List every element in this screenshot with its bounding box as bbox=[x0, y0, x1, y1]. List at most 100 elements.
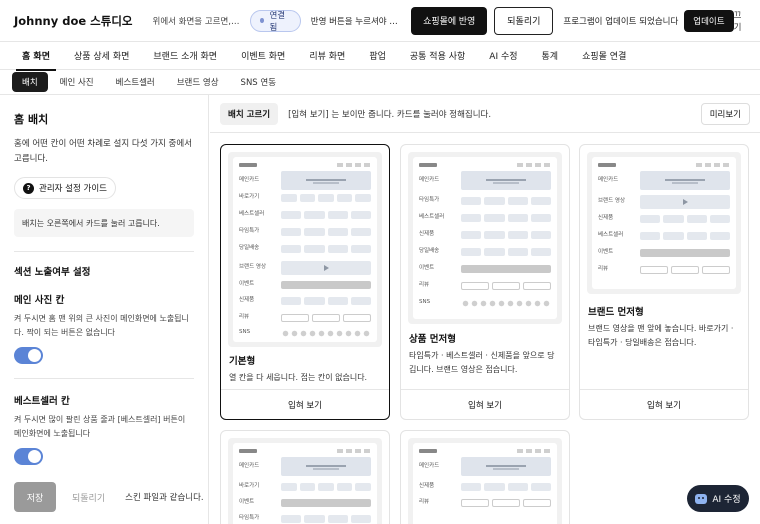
row-label: 신제품 bbox=[239, 297, 255, 303]
update-button[interactable]: 업데이트 bbox=[684, 9, 734, 32]
row-label: 신제품 bbox=[419, 483, 435, 489]
layout-card-product-first[interactable]: 메인카드 타임특가 베스트셀러 신제품 당일배송 이벤트 리뷰 SNS 상품 먼… bbox=[400, 144, 570, 420]
mini-menu bbox=[337, 449, 371, 453]
layout-card-title: 브랜드 먼저형 bbox=[588, 307, 644, 318]
layout-thumbnail: 메인카드 바로가기 베스트셀러 타임특가 당일배송 브랜드 영상 이벤트 신제품… bbox=[228, 152, 382, 347]
row-label: 바로가기 bbox=[239, 483, 260, 489]
row-label: 베스트셀러 bbox=[239, 211, 265, 217]
preview-button[interactable]: 미리보기 bbox=[700, 102, 750, 125]
mini-logo bbox=[419, 449, 437, 453]
mini-logo bbox=[419, 163, 437, 167]
mini-menu bbox=[517, 163, 551, 167]
tab-popup[interactable]: 팝업 bbox=[357, 42, 398, 70]
screen-select-hint: 위에서 화면을 고르면, 오른쪽에서 바꿀 수 있어요 bbox=[152, 16, 241, 27]
tab-product-detail[interactable]: 상품 상세 화면 bbox=[62, 42, 141, 70]
row-label: 메인카드 bbox=[239, 463, 260, 469]
layout-card-description: 브랜드 영상을 맨 앞에 놓습니다. 바로가기 · 타임특가 · 당일배송은 접… bbox=[588, 324, 734, 347]
save-button[interactable]: 저장 bbox=[14, 482, 56, 512]
panel-actions: 저장 되돌리기 스킨 파일과 같습니다. bbox=[14, 482, 204, 512]
mini-header bbox=[239, 449, 371, 454]
layout-picker: 배치 고르기 [입혀 보기] 는 보이만 줍니다. 카드를 눌러야 정해집니다.… bbox=[210, 95, 760, 524]
row-label: 메인카드 bbox=[598, 177, 619, 183]
mini-logo bbox=[239, 449, 257, 453]
main-photo-section-title: 메인 사진 칸 bbox=[14, 295, 65, 306]
revert-button[interactable]: 되돌리기 bbox=[494, 6, 554, 35]
subtab-sns[interactable]: SNS 연동 bbox=[231, 72, 287, 92]
try-on-hint: [입혀 보기] 는 보이만 줍니다. 카드를 눌러야 정해집니다. bbox=[288, 109, 492, 120]
layout-preview: 메인카드 바로가기 이벤트 타임특가 bbox=[233, 443, 377, 524]
subtab-layout[interactable]: 배치 bbox=[12, 72, 48, 92]
robot-icon bbox=[695, 493, 708, 504]
layout-card-brand-first[interactable]: 메인카드 브랜드 영상 신제품 베스트셀러 이벤트 리뷰 브랜드 먼저형 브랜드… bbox=[579, 144, 749, 420]
row-label: 리뷰 bbox=[419, 499, 430, 505]
tab-event-screen[interactable]: 이벤트 화면 bbox=[229, 42, 297, 70]
row-label: 타임특가 bbox=[239, 228, 260, 234]
update-message: 프로그램이 업데이트 되었습니다 bbox=[563, 16, 679, 27]
bestseller-section-title: 베스트셀러 칸 bbox=[14, 396, 70, 407]
tab-ai-edit[interactable]: AI 수정 bbox=[477, 42, 529, 70]
mini-header bbox=[419, 449, 551, 454]
layout-card-4[interactable]: 메인카드 바로가기 이벤트 타임특가 bbox=[220, 430, 390, 524]
layout-preview: 메인카드 신제품 리뷰 bbox=[413, 443, 557, 524]
layout-thumbnail: 메인카드 바로가기 이벤트 타임특가 bbox=[228, 438, 382, 524]
bestseller-toggle[interactable] bbox=[14, 448, 43, 465]
layout-preview: 메인카드 타임특가 베스트셀러 신제품 당일배송 이벤트 리뷰 SNS bbox=[413, 157, 557, 319]
skin-file-note: 스킨 파일과 같습니다. bbox=[125, 493, 204, 503]
tab-home-screen[interactable]: 홈 화면 bbox=[10, 42, 62, 71]
main-tabs: 홈 화면 상품 상세 화면 브랜드 소개 화면 이벤트 화면 리뷰 화면 팝업 … bbox=[0, 42, 760, 71]
layout-thumbnail: 메인카드 브랜드 영상 신제품 베스트셀러 이벤트 리뷰 bbox=[587, 152, 741, 294]
row-label: 메인카드 bbox=[419, 177, 440, 183]
admin-guide-label: 관리자 설정 가이드 bbox=[39, 184, 107, 194]
row-label: SNS bbox=[419, 299, 431, 305]
subtab-bestseller[interactable]: 베스트셀러 bbox=[106, 72, 165, 92]
row-label: 타임특가 bbox=[239, 515, 260, 521]
layout-card-description: 열 칸을 다 세웁니다. 접는 칸이 없습니다. bbox=[229, 373, 368, 382]
mini-header bbox=[239, 163, 371, 168]
subtab-brand-video[interactable]: 브랜드 영상 bbox=[167, 72, 229, 92]
apply-to-shop-button[interactable]: 쇼핑몰에 반영 bbox=[411, 6, 488, 35]
row-label: 신제품 bbox=[419, 231, 435, 237]
row-label: 리뷰 bbox=[419, 282, 430, 288]
row-label: 당일배송 bbox=[419, 248, 440, 254]
mini-menu bbox=[337, 163, 371, 167]
row-label: 이벤트 bbox=[239, 499, 255, 505]
mini-menu bbox=[517, 449, 551, 453]
top-bar: Johnny doe 스튜디오 위에서 화면을 고르면, 오른쪽에서 바꿀 수 … bbox=[0, 0, 760, 42]
divider bbox=[14, 378, 194, 379]
row-label: 이벤트 bbox=[239, 281, 255, 287]
row-label: 바로가기 bbox=[239, 194, 260, 200]
tab-brand-intro[interactable]: 브랜드 소개 화면 bbox=[141, 42, 229, 70]
main-photo-section-desc: 켜 두시면 홈 맨 위의 큰 사진이 메인화면에 노출됩니다. 짝이 되는 버튼… bbox=[14, 314, 189, 337]
connection-status-badge: 연결됨 bbox=[249, 9, 301, 33]
row-label: 신제품 bbox=[598, 215, 614, 221]
row-label: 메인카드 bbox=[239, 177, 260, 183]
layout-card-title: 상품 먼저형 bbox=[409, 334, 457, 345]
row-label: 베스트셀러 bbox=[598, 232, 624, 238]
tab-common-settings[interactable]: 공통 적용 사항 bbox=[398, 42, 477, 70]
tab-shop-connect[interactable]: 쇼핑몰 연결 bbox=[570, 42, 638, 70]
tab-statistics[interactable]: 통계 bbox=[530, 42, 571, 70]
turn-off-link[interactable]: 끄기 bbox=[734, 9, 748, 33]
row-label: 이벤트 bbox=[419, 265, 435, 271]
try-on-button[interactable]: 입혀 보기 bbox=[221, 389, 389, 419]
layout-toolbar: 배치 고르기 [입혀 보기] 는 보이만 줍니다. 카드를 눌러야 정해집니다.… bbox=[210, 95, 760, 133]
question-icon: ? bbox=[23, 182, 34, 194]
layout-note: 배치는 오른쪽에서 카드를 눌러 고릅니다. bbox=[14, 209, 194, 237]
mini-logo bbox=[239, 163, 257, 167]
admin-guide-button[interactable]: ? 관리자 설정 가이드 bbox=[14, 177, 116, 199]
settings-panel: 홈 배치 홈에 어떤 칸이 어떤 차례로 설지 다섯 가지 중에서 고릅니다. … bbox=[0, 95, 209, 524]
main-photo-toggle[interactable] bbox=[14, 347, 43, 364]
try-on-button[interactable]: 입혀 보기 bbox=[401, 389, 569, 419]
ai-edit-floating-button[interactable]: AI 수정 bbox=[687, 485, 749, 512]
layout-card-basic[interactable]: 메인카드 바로가기 베스트셀러 타임특가 당일배송 브랜드 영상 이벤트 신제품… bbox=[220, 144, 390, 420]
mini-header bbox=[598, 163, 730, 168]
layout-card-5[interactable]: 메인카드 신제품 리뷰 bbox=[400, 430, 570, 524]
tab-review-screen[interactable]: 리뷰 화면 bbox=[297, 42, 357, 70]
row-label: 타임특가 bbox=[419, 197, 440, 203]
row-label: 이벤트 bbox=[598, 249, 614, 255]
try-on-button[interactable]: 입혀 보기 bbox=[580, 389, 748, 419]
layout-thumbnail: 메인카드 신제품 리뷰 bbox=[408, 438, 562, 524]
bestseller-section-desc: 켜 두시면 많이 팔린 상품 줄과 [베스트셀러] 버튼이 메인화면에 노출됩니… bbox=[14, 415, 186, 438]
subtab-main-photo[interactable]: 메인 사진 bbox=[50, 72, 104, 92]
panel-revert-link[interactable]: 되돌리기 bbox=[72, 491, 105, 504]
